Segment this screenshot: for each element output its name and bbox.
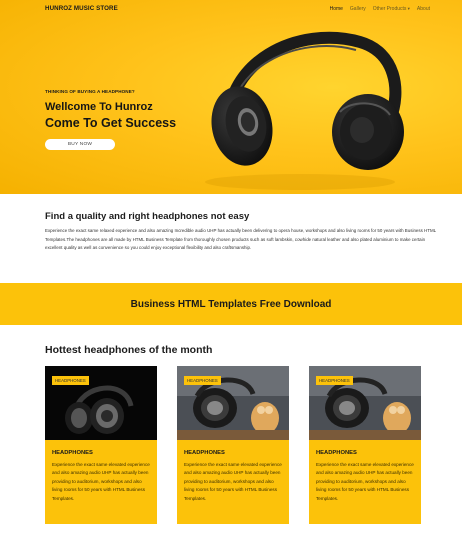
top-navbar: HUNROZ MUSIC STORE Home Gallery Other Pr… [0, 0, 462, 18]
hero-headphones-image [205, 31, 404, 190]
product-card[interactable]: HEADPHONES HEADPHONES Experience the exa… [177, 366, 289, 524]
promo-banner: Business HTML Templates Free Download [0, 283, 462, 325]
product-title[interactable]: HEADPHONES [184, 450, 225, 456]
about-paragraph: Experience the exact same relaxed experi… [45, 228, 436, 251]
hero-section: HUNROZ MUSIC STORE Home Gallery Other Pr… [0, 0, 462, 194]
product-card[interactable]: HEADPHONES HEADPHONES Experience the exa… [45, 366, 157, 524]
product-description: Experience the exact same elevated exper… [52, 462, 150, 501]
site-brand[interactable]: HUNROZ MUSIC STORE [45, 5, 118, 12]
nav-item-gallery[interactable]: Gallery [350, 6, 366, 12]
promo-banner-text[interactable]: Business HTML Templates Free Download [131, 299, 332, 310]
nav-item-other-products[interactable]: Other Products [373, 6, 410, 12]
products-heading: Hottest headphones of the month [45, 344, 213, 356]
product-description: Experience the exact same elevated exper… [184, 462, 282, 501]
product-title[interactable]: HEADPHONES [52, 450, 93, 456]
nav-menu: Home Gallery Other Products About [330, 6, 430, 12]
product-badge: HEADPHONES [316, 376, 353, 385]
buy-now-button[interactable]: BUY NOW [45, 139, 115, 150]
product-description: Experience the exact same elevated exper… [316, 462, 414, 501]
product-badge: HEADPHONES [52, 376, 89, 385]
product-card[interactable]: HEADPHONES HEADPHONES Experience the exa… [309, 366, 421, 524]
hero-text: THINKING OF BUYING A HEADPHONE? Wellcome… [45, 89, 176, 130]
product-title[interactable]: HEADPHONES [316, 450, 357, 456]
hero-headline-secondary: Come To Get Success [45, 116, 177, 130]
nav-item-home[interactable]: Home [330, 6, 343, 12]
about-heading: Find a quality and right headphones not … [45, 211, 250, 222]
hero-kicker: THINKING OF BUYING A HEADPHONE? [45, 89, 135, 94]
product-badge: HEADPHONES [184, 376, 221, 385]
hero-headline-primary: Wellcome To Hunroz [45, 101, 153, 113]
nav-item-about[interactable]: About [417, 6, 430, 12]
